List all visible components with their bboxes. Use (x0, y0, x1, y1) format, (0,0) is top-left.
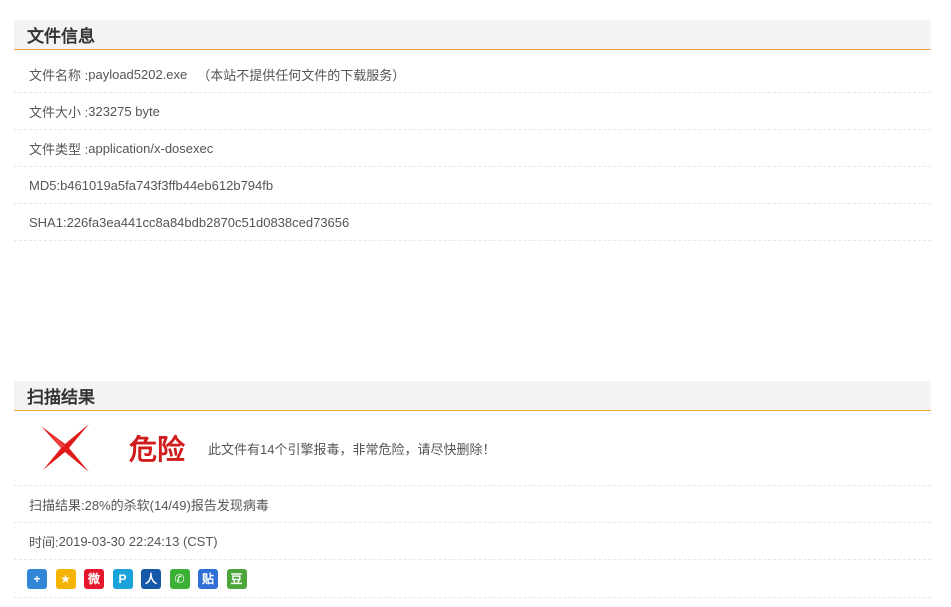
file-size-value: 323275 byte (88, 103, 160, 119)
verdict-description: 此文件有14个引擎报毒，非常危险，请尽快删除！ (208, 441, 496, 457)
scan-result-panel: 扫描结果 危险 此文件有14个引擎报毒，非常危险，请尽快删除！ 扫描结果:28%… (14, 381, 931, 598)
file-type-value: application/x-dosexec (88, 140, 214, 156)
sha1-value: 226fa3ea441cc8a84bdb2870c51d0838ced73656 (66, 214, 350, 230)
share-douban-icon[interactable]: 豆 (226, 568, 247, 589)
share-pengyou-icon[interactable]: P (112, 568, 133, 589)
scan-result-title: 扫描结果 (27, 388, 95, 407)
file-size-label: 文件大小 : (29, 104, 89, 120)
file-info-title: 文件信息 (27, 27, 95, 46)
file-name-label: 文件名称 : (29, 67, 89, 83)
share-bar: + ★ 微 P 人 ✆ 贴豆 (14, 560, 931, 598)
red-x-icon (41, 424, 89, 472)
scan-summary-row: 扫描结果:28%的杀软(14/49)报告发现病毒 (14, 486, 931, 523)
share-qzone-icon[interactable]: ★ (55, 568, 76, 589)
share-renren-icon[interactable]: 人 (141, 568, 161, 589)
sha1-row: SHA1: 226fa3ea441cc8a84bdb2870c51d0838ce… (14, 204, 931, 241)
file-name-row: 文件名称 : payload5202.exe （本站不提供任何文件的下载服务） (14, 56, 931, 93)
scan-time-row: 时间: 2019-03-30 22:24:13 (CST) (14, 523, 931, 560)
share-tieba-icon[interactable]: 贴 (198, 568, 218, 589)
scan-result-header: 扫描结果 (14, 381, 931, 411)
file-size-row: 文件大小 : 323275 byte (14, 93, 931, 130)
file-type-row: 文件类型 : application/x-dosexec (14, 130, 931, 167)
sha1-label: SHA1: (29, 214, 67, 230)
share-more-icon[interactable]: + (27, 568, 47, 589)
file-info-header: 文件信息 (14, 20, 931, 50)
scan-summary: 扫描结果:28%的杀软(14/49)报告发现病毒 (29, 497, 269, 513)
share-wechat-icon[interactable]: ✆ (169, 568, 190, 589)
download-note: （本站不提供任何文件的下载服务） (197, 67, 406, 83)
verdict-row: 危险 此文件有14个引擎报毒，非常危险，请尽快删除！ (14, 411, 931, 486)
md5-row: MD5: b461019a5fa743f3ffb44eb612b794fb (14, 167, 931, 204)
file-name-value: payload5202.exe (88, 66, 188, 82)
scan-time-label: 时间: (29, 534, 59, 550)
file-info-panel: 文件信息 文件名称 : payload5202.exe （本站不提供任何文件的下… (14, 20, 931, 241)
share-weibo-icon[interactable]: 微 (84, 568, 104, 589)
verdict-label: 危险 (129, 434, 186, 465)
file-type-label: 文件类型 : (29, 141, 89, 157)
md5-value: b461019a5fa743f3ffb44eb612b794fb (60, 177, 274, 193)
md5-label: MD5: (29, 177, 61, 193)
scan-time-value: 2019-03-30 22:24:13 (CST) (58, 533, 218, 549)
